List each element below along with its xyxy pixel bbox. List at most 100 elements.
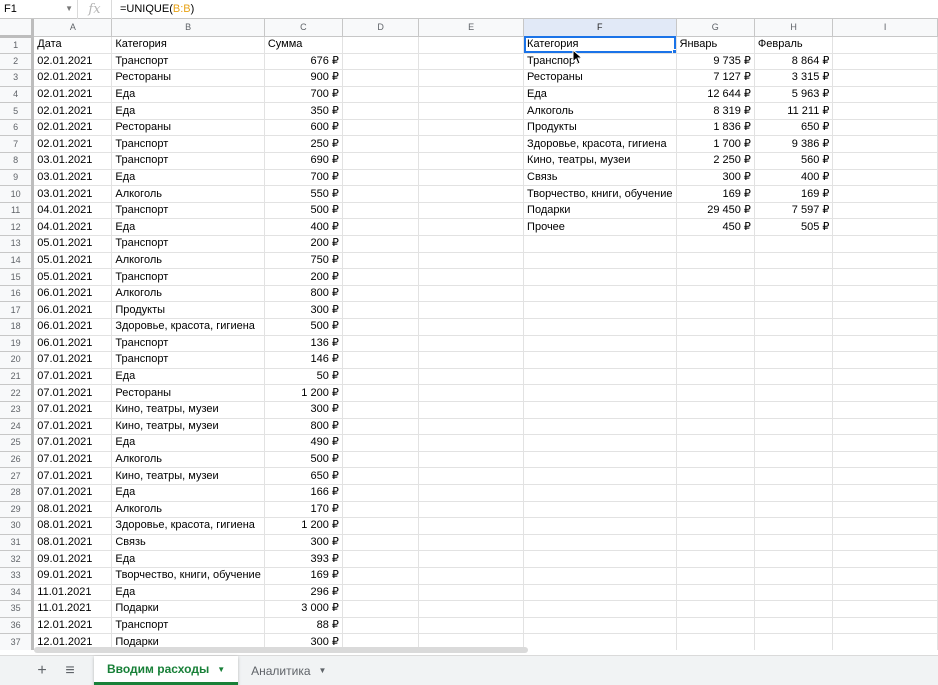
row-header[interactable]: 23 bbox=[0, 401, 35, 419]
cell-i25[interactable] bbox=[832, 434, 938, 452]
cell-i28[interactable] bbox=[832, 484, 938, 502]
cell-d22[interactable] bbox=[342, 384, 420, 402]
cell-b14[interactable]: Алкоголь bbox=[111, 252, 265, 270]
cell-b5[interactable]: Еда bbox=[111, 102, 265, 120]
cell-b2[interactable]: Транспорт bbox=[111, 53, 265, 71]
cell-e30[interactable] bbox=[418, 517, 525, 535]
cell-d19[interactable] bbox=[342, 335, 420, 353]
cell-a35[interactable]: 11.01.2021 bbox=[32, 600, 113, 618]
cell-f22[interactable] bbox=[523, 384, 677, 402]
cell-h2[interactable]: 8 864 ₽ bbox=[754, 53, 834, 71]
cell-i7[interactable] bbox=[832, 135, 938, 154]
cell-f6[interactable]: Продукты bbox=[523, 119, 677, 137]
cell-b8[interactable]: Транспорт bbox=[111, 152, 265, 170]
cell-b20[interactable]: Транспорт bbox=[111, 351, 265, 369]
cell-h3[interactable]: 3 315 ₽ bbox=[754, 69, 834, 87]
cell-i12[interactable] bbox=[832, 218, 938, 237]
cell-c20[interactable]: 146 ₽ bbox=[264, 351, 343, 369]
cell-h21[interactable] bbox=[754, 368, 834, 386]
cell-a33[interactable]: 09.01.2021 bbox=[32, 567, 113, 585]
cell-b32[interactable]: Еда bbox=[111, 550, 265, 568]
cell-g17[interactable] bbox=[676, 301, 755, 319]
column-header-g[interactable]: G bbox=[676, 19, 755, 37]
cell-c31[interactable]: 300 ₽ bbox=[264, 534, 343, 552]
cell-e17[interactable] bbox=[418, 301, 525, 319]
cell-c18[interactable]: 500 ₽ bbox=[264, 318, 343, 336]
cell-e5[interactable] bbox=[418, 102, 525, 120]
cell-e32[interactable] bbox=[418, 550, 525, 568]
cell-f7[interactable]: Здоровье, красота, гигиена bbox=[523, 135, 677, 154]
cell-g18[interactable] bbox=[676, 318, 755, 336]
cell-b9[interactable]: Еда bbox=[111, 169, 265, 187]
cell-i23[interactable] bbox=[832, 401, 938, 419]
cell-d36[interactable] bbox=[342, 617, 420, 635]
cell-h36[interactable] bbox=[754, 617, 834, 635]
row-header[interactable]: 21 bbox=[0, 368, 35, 386]
cell-d8[interactable] bbox=[342, 152, 420, 170]
row-header[interactable]: 10 bbox=[0, 185, 35, 203]
cell-h30[interactable] bbox=[754, 517, 834, 535]
cell-f37[interactable] bbox=[523, 633, 677, 650]
cell-f20[interactable] bbox=[523, 351, 677, 369]
cell-b3[interactable]: Рестораны bbox=[111, 69, 265, 87]
cell-i33[interactable] bbox=[832, 567, 938, 585]
cell-b10[interactable]: Алкоголь bbox=[111, 185, 265, 203]
cell-e12[interactable] bbox=[418, 218, 525, 237]
cell-f16[interactable] bbox=[523, 285, 677, 303]
corner-cell[interactable] bbox=[0, 19, 35, 38]
cell-f11[interactable]: Подарки bbox=[523, 202, 677, 220]
cell-b34[interactable]: Еда bbox=[111, 584, 265, 602]
cell-g13[interactable] bbox=[676, 235, 755, 253]
cell-b19[interactable]: Транспорт bbox=[111, 335, 265, 353]
cell-a15[interactable]: 05.01.2021 bbox=[32, 268, 113, 286]
cell-c12[interactable]: 400 ₽ bbox=[264, 218, 343, 237]
cell-e3[interactable] bbox=[418, 69, 525, 87]
cell-h15[interactable] bbox=[754, 268, 834, 286]
cell-b31[interactable]: Связь bbox=[111, 534, 265, 552]
column-header-a[interactable]: A bbox=[32, 19, 113, 37]
cell-c33[interactable]: 169 ₽ bbox=[264, 567, 343, 585]
cell-a3[interactable]: 02.01.2021 bbox=[32, 69, 113, 87]
cell-a20[interactable]: 07.01.2021 bbox=[32, 351, 113, 369]
cell-g35[interactable] bbox=[676, 600, 755, 618]
cell-b23[interactable]: Кино, театры, музеи bbox=[111, 401, 265, 419]
cell-g36[interactable] bbox=[676, 617, 755, 635]
cell-a6[interactable]: 02.01.2021 bbox=[32, 119, 113, 137]
cell-i11[interactable] bbox=[832, 202, 938, 220]
cell-a18[interactable]: 06.01.2021 bbox=[32, 318, 113, 336]
cell-i2[interactable] bbox=[832, 53, 938, 71]
cell-c28[interactable]: 166 ₽ bbox=[264, 484, 343, 502]
cell-a13[interactable]: 05.01.2021 bbox=[32, 235, 113, 253]
cell-e15[interactable] bbox=[418, 268, 525, 286]
cell-a12[interactable]: 04.01.2021 bbox=[32, 218, 113, 237]
cell-b28[interactable]: Еда bbox=[111, 484, 265, 502]
row-header[interactable]: 2 bbox=[0, 53, 35, 71]
cell-d29[interactable] bbox=[342, 501, 420, 519]
cell-i14[interactable] bbox=[832, 252, 938, 270]
cell-a34[interactable]: 11.01.2021 bbox=[32, 584, 113, 602]
cell-i29[interactable] bbox=[832, 501, 938, 519]
cell-a17[interactable]: 06.01.2021 bbox=[32, 301, 113, 319]
cell-d12[interactable] bbox=[342, 218, 420, 237]
column-header-i[interactable]: I bbox=[832, 19, 938, 37]
cell-h5[interactable]: 11 211 ₽ bbox=[754, 102, 834, 120]
cell-g5[interactable]: 8 319 ₽ bbox=[676, 102, 755, 120]
cell-i10[interactable] bbox=[832, 185, 938, 203]
cell-f33[interactable] bbox=[523, 567, 677, 585]
cell-d16[interactable] bbox=[342, 285, 420, 303]
chevron-down-icon[interactable]: ▼ bbox=[319, 666, 327, 675]
row-header[interactable]: 31 bbox=[0, 534, 35, 552]
cell-f2[interactable]: Транспорт bbox=[523, 53, 677, 71]
add-sheet-icon[interactable]: + bbox=[28, 656, 56, 685]
cell-i32[interactable] bbox=[832, 550, 938, 568]
cell-b1[interactable]: Категория bbox=[111, 36, 265, 54]
cell-a7[interactable]: 02.01.2021 bbox=[32, 135, 113, 154]
cell-a9[interactable]: 03.01.2021 bbox=[32, 169, 113, 187]
cell-h22[interactable] bbox=[754, 384, 834, 402]
column-header-c[interactable]: C bbox=[264, 19, 343, 37]
row-header[interactable]: 24 bbox=[0, 418, 35, 436]
cell-d27[interactable] bbox=[342, 467, 420, 485]
cell-g32[interactable] bbox=[676, 550, 755, 568]
cell-f14[interactable] bbox=[523, 252, 677, 270]
cell-g26[interactable] bbox=[676, 451, 755, 469]
